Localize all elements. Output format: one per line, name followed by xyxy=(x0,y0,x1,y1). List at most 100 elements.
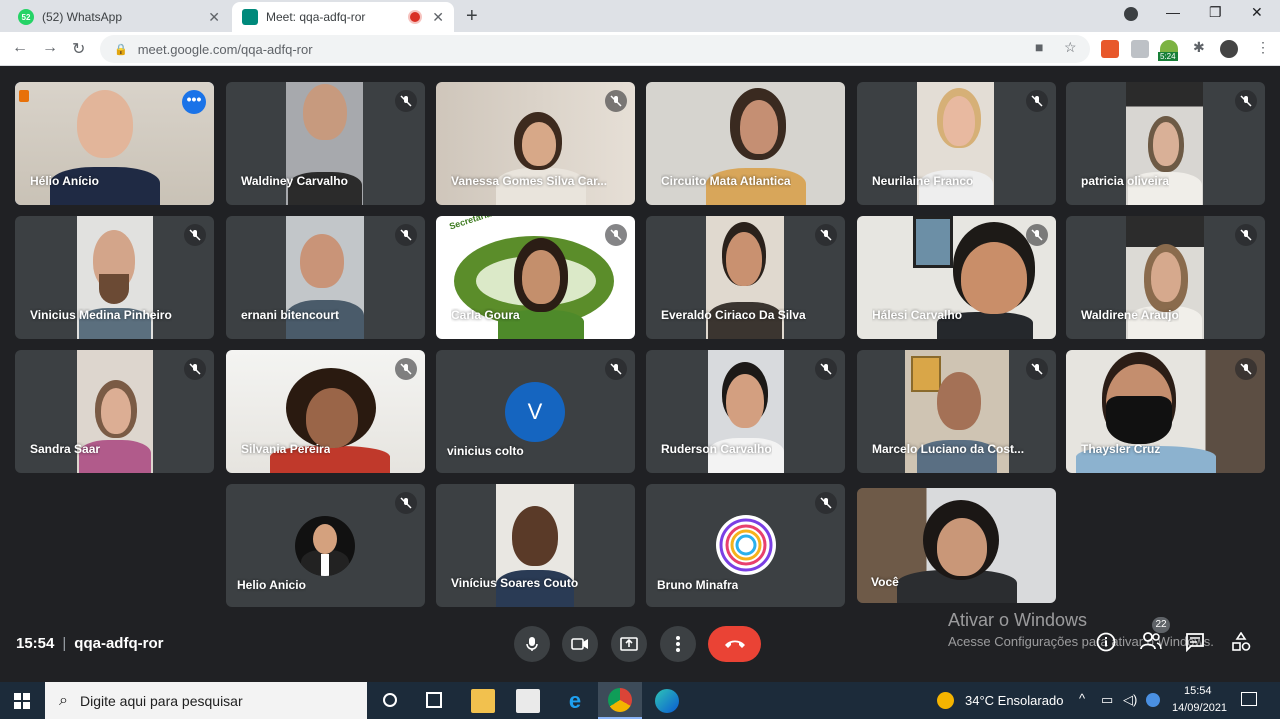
meeting-details-button[interactable] xyxy=(1096,632,1116,657)
microphone-button[interactable] xyxy=(514,626,550,662)
participant-tile[interactable]: Vinícius Soares Couto xyxy=(436,484,635,607)
internet-explorer-icon[interactable]: e xyxy=(563,689,587,713)
muted-mic-icon xyxy=(1026,90,1048,112)
more-options-button[interactable] xyxy=(660,626,696,662)
present-screen-button[interactable] xyxy=(611,626,647,662)
network-icon[interactable]: ▭ xyxy=(1101,692,1113,708)
muted-mic-icon xyxy=(395,224,417,246)
participant-tile[interactable]: Everaldo Ciriaco Da Silva xyxy=(646,216,845,339)
back-button[interactable]: ← xyxy=(12,39,28,57)
participant-tile[interactable]: ••• Hélio Anício xyxy=(15,82,214,205)
leave-call-button[interactable] xyxy=(708,626,761,662)
participant-name: Waldiney Carvalho xyxy=(241,174,348,188)
participant-name: Hélio Anício xyxy=(30,174,99,188)
participant-tile[interactable]: Waldirene Araujo xyxy=(1066,216,1265,339)
menu-icon[interactable]: ⋮ xyxy=(1256,39,1270,56)
weather-text[interactable]: 34°C Ensolarado xyxy=(965,693,1063,708)
tab-title: (52) WhatsApp xyxy=(42,10,123,24)
url-field[interactable]: 🔒 meet.google.com/qqa-adfq-ror xyxy=(100,35,1090,63)
participant-tile[interactable]: Secretaria de Meio Ambiente e Turismo Ca… xyxy=(436,216,635,339)
participant-tile[interactable]: Circuito Mata Atlantica xyxy=(646,82,845,205)
participant-tile[interactable]: Bruno Minafra xyxy=(646,484,845,607)
whatsapp-icon: 52 xyxy=(18,9,34,25)
extension-icon[interactable] xyxy=(1101,40,1119,58)
participant-name: patricia oliveira xyxy=(1081,174,1170,188)
close-window-button[interactable]: ✕ xyxy=(1251,4,1263,21)
participant-name: Everaldo Ciriaco Da Silva xyxy=(661,308,806,322)
task-view-icon[interactable] xyxy=(426,692,442,708)
notification-icon[interactable] xyxy=(1241,692,1257,706)
microphone-icon xyxy=(526,637,538,651)
edge-icon[interactable] xyxy=(655,689,679,713)
windows-start-icon[interactable] xyxy=(14,693,30,709)
participants-button[interactable] xyxy=(1140,632,1162,655)
more-options-button[interactable]: ••• xyxy=(182,90,206,114)
participant-tile[interactable]: Sandra Saar xyxy=(15,350,214,473)
clock-time[interactable]: 15:54 xyxy=(1184,685,1212,697)
taskbar-search-field[interactable]: ⌕ Digite aqui para pesquisar xyxy=(45,682,367,719)
participant-name: Sandra Saar xyxy=(30,442,101,456)
participant-tile[interactable]: Vanessa Gomes Silva Car... xyxy=(436,82,635,205)
extension-badge: 5:24 xyxy=(1158,52,1178,61)
search-placeholder: Digite aqui para pesquisar xyxy=(79,692,243,709)
muted-mic-icon xyxy=(1235,358,1257,380)
camera-icon[interactable]: ■ xyxy=(1035,39,1043,55)
profile-menu-icon[interactable] xyxy=(1124,7,1138,21)
participant-tile[interactable]: Hálesi Carvalho xyxy=(857,216,1056,339)
participant-tile[interactable]: Neurilaine Franco xyxy=(857,82,1056,205)
weather-icon xyxy=(937,692,954,709)
participant-name: Bruno Minafra xyxy=(657,578,739,592)
activities-button[interactable] xyxy=(1231,631,1251,657)
participant-tile[interactable]: patricia oliveira xyxy=(1066,82,1265,205)
volume-icon[interactable]: ◁) xyxy=(1123,692,1137,708)
tab-whatsapp[interactable]: 52 (52) WhatsApp ✕ xyxy=(8,2,230,32)
participant-name: Marcelo Luciano da Cost... xyxy=(872,442,1025,456)
forward-button[interactable]: → xyxy=(42,39,58,57)
participant-tile-self[interactable]: Você xyxy=(857,488,1056,603)
windows-activation-watermark: Ativar o Windows Acesse Configurações pa… xyxy=(948,610,1214,649)
maximize-button[interactable]: ❐ xyxy=(1209,4,1222,21)
close-tab-icon[interactable]: ✕ xyxy=(208,9,220,26)
cast-icon[interactable] xyxy=(1131,40,1149,58)
close-tab-icon[interactable]: ✕ xyxy=(432,9,444,26)
muted-mic-icon xyxy=(605,224,627,246)
avatar[interactable] xyxy=(1220,40,1238,58)
meeting-info: 15:54 | qqa-adfq-ror xyxy=(16,635,164,652)
chrome-taskbar-item[interactable] xyxy=(598,682,642,719)
participant-tile[interactable]: Silvania Pereira xyxy=(226,350,425,473)
participant-tile[interactable]: Waldiney Carvalho xyxy=(226,82,425,205)
hang-up-icon xyxy=(724,640,745,648)
chat-button[interactable] xyxy=(1185,632,1205,657)
participant-name: Thaysler Cruz xyxy=(1081,442,1161,456)
minimize-button[interactable]: — xyxy=(1166,4,1180,20)
participant-tile[interactable]: ernani bitencourt xyxy=(226,216,425,339)
chevron-up-icon[interactable]: ^ xyxy=(1079,691,1085,706)
participant-name: Você xyxy=(871,575,899,589)
participant-tile[interactable]: Vinicius Medina Pinheiro xyxy=(15,216,214,339)
participant-tile[interactable]: Marcelo Luciano da Cost... xyxy=(857,350,1056,473)
file-explorer-icon[interactable] xyxy=(471,689,495,713)
microsoft-store-icon[interactable] xyxy=(516,689,540,713)
clock-date[interactable]: 14/09/2021 xyxy=(1172,702,1227,714)
participant-count-badge: 22 xyxy=(1152,617,1170,633)
participant-tile[interactable]: Ruderson Carvalho xyxy=(646,350,845,473)
participant-tile[interactable]: Helio Anicio xyxy=(226,484,425,607)
muted-mic-icon xyxy=(395,90,417,112)
muted-mic-icon xyxy=(395,358,417,380)
participant-tile[interactable]: Thaysler Cruz xyxy=(1066,350,1265,473)
participant-name: Hálesi Carvalho xyxy=(872,308,963,322)
muted-mic-icon xyxy=(815,358,837,380)
language-icon[interactable] xyxy=(1146,693,1160,707)
lock-icon: 🔒 xyxy=(114,43,128,56)
avatar xyxy=(716,515,776,575)
new-tab-button[interactable]: + xyxy=(466,5,478,28)
puzzle-icon[interactable]: ✱ xyxy=(1193,39,1205,56)
bookmark-star-icon[interactable]: ☆ xyxy=(1064,39,1077,56)
participant-name: Silvania Pereira xyxy=(241,442,331,456)
muted-mic-icon xyxy=(605,358,627,380)
cortana-icon[interactable] xyxy=(383,693,397,707)
tab-meet[interactable]: Meet: qqa-adfq-ror ✕ xyxy=(232,2,454,32)
camera-button[interactable] xyxy=(562,626,598,662)
participant-tile[interactable]: V vinicius colto xyxy=(436,350,635,473)
reload-button[interactable]: ↻ xyxy=(72,39,85,59)
